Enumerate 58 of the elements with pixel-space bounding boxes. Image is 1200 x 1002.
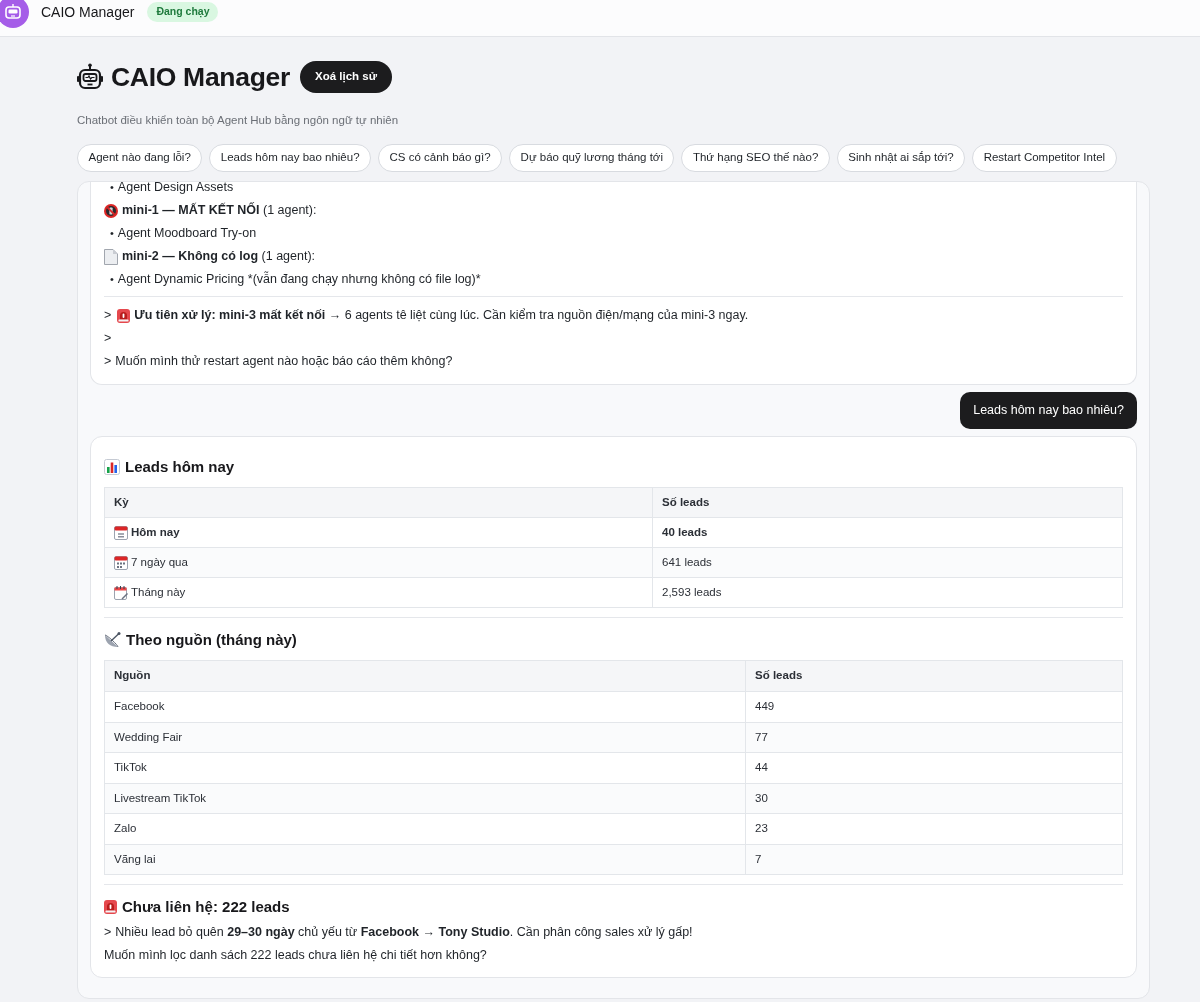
suggestion-chip[interactable]: CS có cảnh báo gì? (378, 144, 503, 172)
page-subtitle: Chatbot điều khiển toàn bộ Agent Hub bằng ngôn ngữ tự nhiên (77, 113, 399, 127)
cell-text: 7 ngày qua (131, 554, 188, 570)
table-cell: Livestream TikTok (104, 783, 746, 814)
table-cell: 77 (745, 722, 1123, 753)
column-header: Số leads (652, 487, 1123, 518)
list-item-text: Agent Design Assets (117, 182, 234, 197)
quote-marker: > (104, 353, 112, 371)
suggestion-chip[interactable]: Dự báo quỹ lương tháng tới (509, 144, 675, 172)
bullet-marker: • (110, 226, 114, 242)
suggestion-chip[interactable]: Leads hôm nay bao nhiêu? (209, 144, 372, 172)
cell-text: Tháng này (131, 584, 186, 600)
calendar-icon (114, 525, 128, 540)
suggestion-chip[interactable]: Sinh nhật ai sắp tới? (836, 144, 966, 172)
suggestion-chip[interactable]: Agent nào đang lỗi? (77, 144, 203, 172)
group-heading: mini-1 — MẤT KẾT NỐI (1 agent): (122, 201, 317, 220)
table-cell: Facebook (104, 691, 746, 722)
table-cell: 7 (745, 844, 1123, 875)
cell-text: Hôm nay (131, 524, 180, 540)
column-header: Nguồn (104, 660, 746, 692)
table-cell: 449 (745, 691, 1123, 722)
quote-marker: > (104, 924, 112, 942)
status-badge: Đang chạy (147, 2, 219, 22)
bullet-marker: • (110, 182, 114, 196)
column-header: Số leads (745, 660, 1123, 692)
bullet-marker: • (110, 272, 114, 288)
table-cell: 23 (745, 813, 1123, 844)
section-heading: Leads hôm nay (125, 456, 235, 477)
suggestion-chip[interactable]: Thứ hạng SEO thế nào? (681, 144, 830, 172)
suggestion-chip[interactable]: Restart Competitor Intel (972, 144, 1117, 172)
column-header: Kỳ (104, 487, 653, 518)
quote-text: Ưu tiên xử lý: mini-3 mất kết nối → 6 agents tê liệt cùng lúc. Cần kiểm tra nguồn điện/mạng của mini-3 ngay. (134, 307, 749, 325)
message-text: Muốn mình lọc danh sách 222 leads chưa liên hệ chi tiết hơn không? (104, 947, 487, 964)
quote-marker: > (104, 330, 112, 348)
app-title: CAIO Manager (41, 2, 135, 22)
table-cell: 44 (745, 752, 1123, 783)
section-heading: Chưa liên hệ: 222 leads (122, 896, 290, 917)
page-title: CAIO Manager (111, 61, 290, 93)
table-cell: Zalo (104, 813, 746, 844)
calendar-icon (114, 585, 128, 600)
section-heading: Theo nguồn (tháng này) (126, 629, 297, 650)
table-cell: 40 leads (652, 517, 1123, 548)
table-cell: 2,593 leads (652, 577, 1123, 608)
table-cell: Wedding Fair (104, 722, 746, 753)
table-cell: Vãng lai (104, 844, 746, 875)
table-cell: 30 (745, 783, 1123, 814)
table-cell: TikTok (104, 752, 746, 783)
clear-history-button[interactable]: Xoá lịch sử (300, 61, 392, 93)
calendar-icon (114, 555, 128, 570)
quote-marker: > (104, 307, 112, 325)
user-message: Leads hôm nay bao nhiêu? (960, 392, 1137, 429)
table-cell: 641 leads (652, 547, 1123, 578)
quote-text: Muốn mình thử restart agent nào hoặc báo cáo thêm không? (115, 353, 453, 371)
quote-text: Nhiều lead bỏ quên 29–30 ngày chủ yếu từ Facebook → Tony Studio. Cần phân công sales xử lý gấp! (115, 924, 693, 942)
group-heading: mini-2 — Không có log (1 agent): (122, 248, 316, 266)
list-item-text: Agent Moodboard Try-on (117, 225, 257, 243)
list-item-text: Agent Dynamic Pricing *(vẫn đang chạy nhưng không có file log)* (117, 270, 481, 289)
robot-icon (77, 63, 103, 91)
